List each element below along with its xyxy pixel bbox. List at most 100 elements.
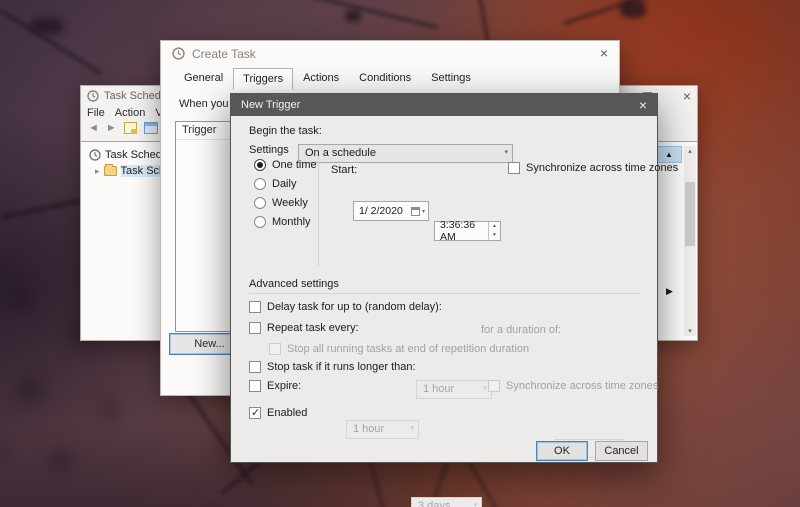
dialog-title: New Trigger [241, 99, 300, 111]
sync-timezones-label: Synchronize across time zones [526, 162, 678, 174]
cancel-button[interactable]: Cancel [595, 441, 648, 461]
stop-task-label: Stop task if it runs longer than: [267, 361, 416, 373]
radio-one-time[interactable]: One time [254, 159, 317, 171]
back-icon[interactable] [88, 123, 99, 134]
repeat-task-checkbox-row[interactable]: Repeat task every: [249, 322, 359, 334]
spin-up-icon[interactable] [489, 222, 500, 231]
spin-down-icon[interactable] [489, 231, 500, 240]
checkbox-icon [488, 380, 500, 392]
expire-sync-label: Synchronize across time zones [506, 380, 658, 392]
scroll-down-icon[interactable] [684, 327, 696, 335]
clock-icon [172, 47, 185, 60]
chevron-down-icon [410, 424, 414, 432]
checkbox-icon[interactable] [249, 380, 261, 392]
begin-task-value: On a schedule [305, 147, 376, 159]
settings-group-label: Settings [249, 144, 289, 156]
ok-button[interactable]: OK [536, 441, 588, 461]
folder-icon [104, 166, 117, 176]
delay-duration-value: 1 hour [423, 383, 454, 395]
delay-task-label: Delay task for up to (random delay): [267, 301, 442, 313]
delay-task-checkbox-row[interactable]: Delay task for up to (random delay): [249, 301, 442, 313]
advanced-settings-divider [249, 293, 641, 294]
checkbox-icon[interactable] [249, 361, 261, 373]
close-icon[interactable] [600, 46, 608, 61]
new-trigger-titlebar[interactable]: New Trigger [231, 94, 657, 116]
time-spinner[interactable] [488, 222, 500, 240]
enabled-label: Enabled [267, 407, 307, 419]
radio-icon[interactable] [254, 178, 266, 190]
forward-icon[interactable] [106, 123, 117, 134]
show-console-tree-icon[interactable] [144, 122, 158, 134]
settings-divider [318, 156, 319, 266]
tab-conditions[interactable]: Conditions [349, 68, 421, 89]
chevron-down-icon [483, 384, 487, 392]
checkbox-icon[interactable] [249, 407, 261, 419]
duration-label: for a duration of: [481, 324, 561, 336]
begin-task-dropdown[interactable]: On a schedule [298, 144, 513, 163]
chevron-down-icon [473, 501, 477, 507]
plant-silhouette [345, 10, 361, 22]
tab-actions[interactable]: Actions [293, 68, 349, 89]
radio-daily[interactable]: Daily [254, 178, 296, 190]
calendar-dropdown[interactable] [411, 207, 428, 216]
checkbox-icon[interactable] [508, 162, 520, 174]
plant-silhouette [30, 18, 64, 34]
tab-general[interactable]: General [174, 68, 233, 89]
chevron-right-icon[interactable] [95, 166, 100, 177]
checkbox-icon[interactable] [249, 301, 261, 313]
start-label: Start: [331, 164, 357, 176]
sync-timezones-checkbox-row[interactable]: Synchronize across time zones [508, 162, 678, 174]
checkbox-icon [269, 343, 281, 355]
tab-settings[interactable]: Settings [421, 68, 481, 89]
checkbox-icon[interactable] [249, 322, 261, 334]
plant-silhouette [563, 0, 688, 25]
close-icon[interactable] [683, 89, 691, 104]
advanced-settings-label: Advanced settings [249, 278, 339, 290]
radio-monthly[interactable]: Monthly [254, 216, 311, 228]
clock-icon [87, 90, 99, 102]
radio-icon[interactable] [254, 159, 266, 171]
collapse-pane-button[interactable] [656, 146, 682, 163]
clock-icon [89, 149, 101, 161]
triangle-up-icon [665, 150, 673, 159]
chevron-down-icon [504, 148, 508, 156]
expire-label: Expire: [267, 380, 301, 392]
delay-duration-dropdown: 1 hour [416, 380, 492, 399]
stop-all-tasks-label: Stop all running tasks at end of repetit… [287, 343, 529, 355]
menu-file[interactable]: File [87, 107, 105, 119]
scrollbar-thumb[interactable] [685, 182, 695, 246]
help-doc-icon[interactable] [124, 122, 137, 134]
expire-checkbox-row[interactable]: Expire: [249, 380, 301, 392]
radio-label: Daily [272, 178, 296, 190]
scrollbar[interactable] [684, 146, 696, 336]
stop-task-checkbox-row[interactable]: Stop task if it runs longer than: [249, 361, 416, 373]
plant-silhouette [620, 0, 646, 18]
radio-label: Weekly [272, 197, 308, 209]
start-date-picker[interactable]: 1/ 2/2020 [353, 201, 429, 221]
scroll-up-icon[interactable] [684, 147, 696, 155]
create-task-titlebar[interactable]: Create Task [161, 41, 619, 66]
radio-icon[interactable] [254, 197, 266, 209]
stop-task-duration-dropdown: 3 days [411, 497, 482, 507]
radio-label: Monthly [272, 216, 311, 228]
enabled-checkbox-row[interactable]: Enabled [249, 407, 307, 419]
chevron-down-icon [422, 208, 425, 215]
tab-triggers[interactable]: Triggers [233, 68, 293, 90]
start-time-value: 3:36:36 AM [440, 219, 488, 243]
plant-silhouette [292, 0, 438, 29]
repeat-interval-value: 1 hour [353, 423, 384, 435]
calendar-icon [411, 207, 420, 216]
triangle-right-icon[interactable] [666, 286, 673, 297]
plant-silhouette [0, 8, 102, 74]
radio-label: One time [272, 159, 317, 171]
start-time-spinner[interactable]: 3:36:36 AM [434, 221, 501, 241]
stop-all-tasks-checkbox-row: Stop all running tasks at end of repetit… [269, 343, 529, 355]
expire-sync-checkbox-row: Synchronize across time zones [488, 380, 658, 392]
window-title: Create Task [192, 47, 256, 61]
radio-icon[interactable] [254, 216, 266, 228]
repeat-interval-dropdown: 1 hour [346, 420, 419, 439]
close-icon[interactable] [639, 98, 647, 113]
repeat-task-label: Repeat task every: [267, 322, 359, 334]
radio-weekly[interactable]: Weekly [254, 197, 308, 209]
menu-action[interactable]: Action [115, 107, 146, 119]
